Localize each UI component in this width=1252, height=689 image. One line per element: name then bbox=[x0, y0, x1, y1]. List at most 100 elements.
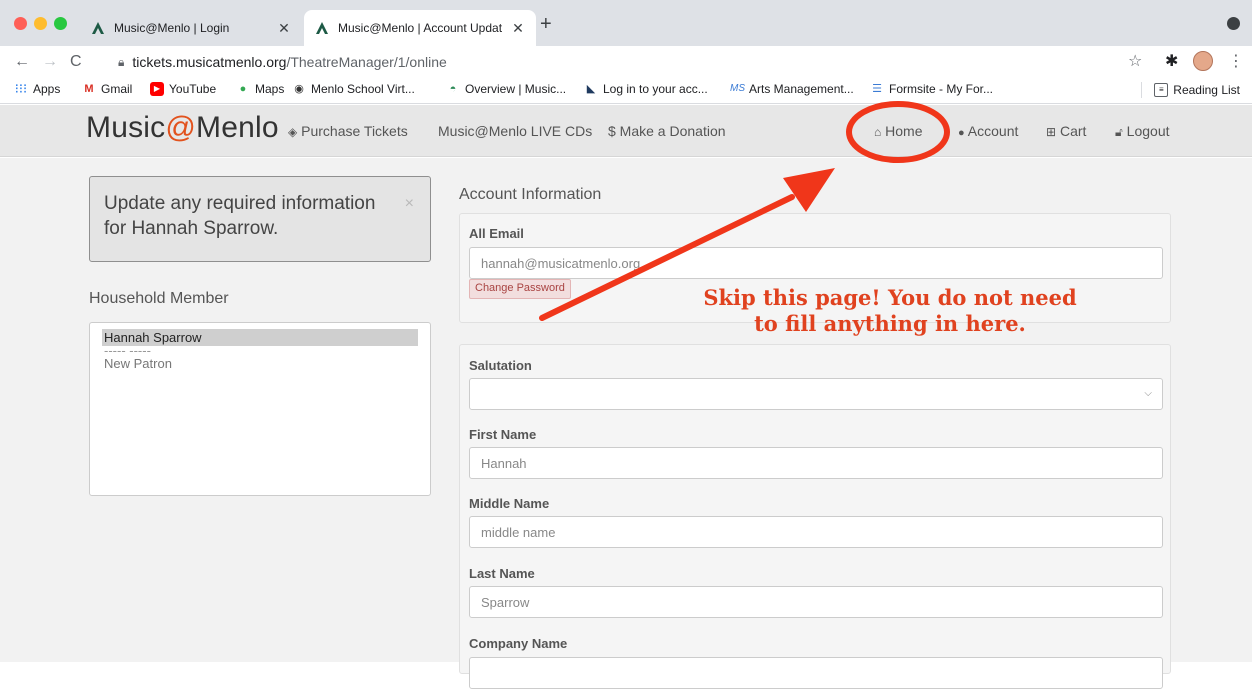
minimize-window-button[interactable] bbox=[34, 17, 47, 30]
forward-arrow-icon[interactable]: → bbox=[42, 52, 58, 72]
gmail-icon: M bbox=[84, 83, 94, 95]
nav-label: Home bbox=[885, 123, 923, 139]
middle-name-label: Middle Name bbox=[469, 496, 550, 511]
nav-account[interactable]: ● Account bbox=[958, 123, 1018, 139]
tab-title: Music@Menlo | Account Updat bbox=[338, 21, 503, 35]
info-alert: Update any required information for Hann… bbox=[89, 176, 431, 262]
bookmark-label: Arts Management... bbox=[749, 82, 854, 96]
account-info-heading: Account Information bbox=[459, 186, 602, 203]
tab-title: Music@Menlo | Login bbox=[114, 21, 230, 35]
bookmark-label: Overview | Music... bbox=[465, 82, 567, 96]
new-tab-button[interactable]: + bbox=[540, 14, 552, 34]
nav-cart[interactable]: ⊞ Cart bbox=[1046, 123, 1086, 139]
formsite-icon: ☰ bbox=[872, 83, 882, 95]
bookmark-overview[interactable]: ◓ Overview | Music... bbox=[446, 82, 566, 96]
tab-search-icon[interactable] bbox=[1227, 17, 1240, 30]
household-separator: ----- ----- bbox=[104, 343, 151, 358]
nav-logout[interactable]: 🔓︎ Logout bbox=[1115, 123, 1170, 140]
bookmark-star-icon[interactable]: ☆ bbox=[1128, 52, 1142, 72]
bookmark-login[interactable]: ◣ Log in to your acc... bbox=[584, 82, 708, 96]
close-tab-icon[interactable]: ✕ bbox=[510, 20, 526, 37]
site-navbar: Music@Menlo ◈ Purchase Tickets Music@Men… bbox=[0, 105, 1252, 157]
close-icon[interactable]: × bbox=[405, 191, 414, 216]
nav-label: $ Make a Donation bbox=[608, 123, 726, 139]
bookmark-youtube[interactable]: ▶ YouTube bbox=[150, 82, 216, 96]
brand-suffix: Menlo bbox=[196, 111, 279, 144]
household-new-patron[interactable]: New Patron bbox=[102, 356, 418, 371]
lock-icon[interactable]: 🔒︎ bbox=[118, 55, 124, 70]
bookmark-label: Formsite - My For... bbox=[889, 82, 994, 96]
site-logo[interactable]: Music@Menlo bbox=[86, 111, 279, 145]
address-bar[interactable]: 🔒︎ tickets.musicatmenlo.org/TheatreManag… bbox=[98, 49, 1138, 75]
apps-grid-icon: ⁝⁝⁝ bbox=[14, 81, 28, 96]
bookmark-apps[interactable]: ⁝⁝⁝ Apps bbox=[14, 81, 61, 97]
bookmark-formsite[interactable]: ☰ Formsite - My For... bbox=[870, 82, 993, 96]
bookmark-gmail[interactable]: M Gmail bbox=[82, 82, 132, 96]
bookmark-menlo-school[interactable]: ◉ Menlo School Virt... bbox=[292, 82, 415, 96]
avatar[interactable] bbox=[1193, 51, 1213, 71]
reading-list-button[interactable]: ≡ Reading List bbox=[1141, 82, 1240, 98]
company-name-label: Company Name bbox=[469, 636, 568, 651]
nav-label: Purchase Tickets bbox=[301, 123, 408, 139]
salutation-select[interactable]: ⌵ bbox=[469, 378, 1163, 410]
unlock-icon: 🔓︎ bbox=[1115, 125, 1123, 139]
tag-icon: ◈ bbox=[288, 125, 298, 139]
bookmarks-bar: ⁝⁝⁝ Apps M Gmail ▶ YouTube ● Maps ◉ Menl… bbox=[0, 78, 1252, 104]
alert-text: Update any required information for Hann… bbox=[104, 193, 376, 239]
url-path: /TheatreManager/1/online bbox=[286, 54, 447, 70]
page-content: Update any required information for Hann… bbox=[0, 158, 1252, 689]
bookmark-arts-management[interactable]: MS Arts Management... bbox=[730, 82, 854, 96]
user-icon: ● bbox=[958, 127, 965, 139]
brand-at: @ bbox=[165, 111, 196, 144]
browser-tab-strip: Music@Menlo | Login ✕ Music@Menlo | Acco… bbox=[0, 0, 1252, 46]
household-member-list[interactable]: Hannah Sparrow ----- ----- New Patron bbox=[89, 322, 431, 496]
brand-prefix: Music bbox=[86, 111, 166, 144]
back-arrow-icon[interactable]: ← bbox=[14, 52, 30, 72]
email-label: All Email bbox=[469, 226, 524, 241]
nav-home[interactable]: ⌂ Home bbox=[874, 123, 923, 139]
reading-list-label: Reading List bbox=[1173, 83, 1240, 97]
nav-purchase-tickets[interactable]: ◈ Purchase Tickets bbox=[288, 123, 408, 139]
nav-label: Music@Menlo LIVE CDs bbox=[438, 123, 593, 139]
maps-icon: ● bbox=[239, 83, 247, 95]
first-name-label: First Name bbox=[469, 427, 537, 442]
extensions-puzzle-icon[interactable]: ✱ bbox=[1165, 52, 1178, 72]
chevron-down-icon: ⌵ bbox=[1144, 388, 1152, 399]
bookmark-label: Gmail bbox=[101, 82, 133, 96]
overview-icon: ◓ bbox=[449, 83, 457, 95]
bookmark-label: Apps bbox=[33, 82, 61, 96]
cart-icon: ⊞ bbox=[1046, 125, 1057, 139]
browser-menu-icon[interactable]: ⋮ bbox=[1228, 52, 1244, 72]
home-icon: ⌂ bbox=[874, 125, 882, 139]
nav-label: Cart bbox=[1059, 123, 1087, 139]
bookmark-label: Menlo School Virt... bbox=[311, 82, 415, 96]
household-heading: Household Member bbox=[89, 290, 229, 307]
globe-icon: ◉ bbox=[294, 83, 304, 95]
nav-live-cds[interactable]: Music@Menlo LIVE CDs bbox=[438, 123, 592, 139]
close-window-button[interactable] bbox=[14, 17, 27, 30]
first-name-field[interactable]: Hannah bbox=[469, 447, 1163, 479]
nav-label: Account bbox=[967, 123, 1019, 139]
address-toolbar: ← → C 🔒︎ tickets.musicatmenlo.org/Theatr… bbox=[0, 46, 1252, 78]
nav-make-donation[interactable]: $ Make a Donation bbox=[608, 123, 726, 139]
bookmark-label: YouTube bbox=[169, 82, 217, 96]
close-tab-icon[interactable]: ✕ bbox=[276, 20, 292, 37]
last-name-field[interactable]: Sparrow bbox=[469, 586, 1163, 618]
change-password-button[interactable]: Change Password bbox=[469, 279, 571, 299]
youtube-icon: ▶ bbox=[150, 82, 164, 96]
reload-icon[interactable]: C bbox=[70, 52, 82, 72]
bookmark-maps[interactable]: ● Maps bbox=[236, 82, 285, 96]
middle-name-field[interactable]: middle name bbox=[469, 516, 1163, 548]
last-name-label: Last Name bbox=[469, 566, 535, 581]
bookmark-label: Log in to your acc... bbox=[603, 82, 708, 96]
arts-icon: MS bbox=[730, 83, 745, 94]
tab-login[interactable]: Music@Menlo | Login ✕ bbox=[80, 10, 302, 46]
bookmark-label: Maps bbox=[255, 82, 285, 96]
email-field[interactable]: hannah@musicatmenlo.org bbox=[469, 247, 1163, 279]
nav-label: Logout bbox=[1126, 123, 1170, 139]
music-menlo-favicon-icon bbox=[92, 22, 104, 34]
personal-info-panel: Salutation ⌵ First Name Hannah Middle Na… bbox=[459, 344, 1171, 689]
maximize-window-button[interactable] bbox=[54, 17, 67, 30]
tab-account-update[interactable]: Music@Menlo | Account Updat ✕ bbox=[304, 10, 536, 46]
reading-list-icon: ≡ bbox=[1154, 83, 1169, 97]
